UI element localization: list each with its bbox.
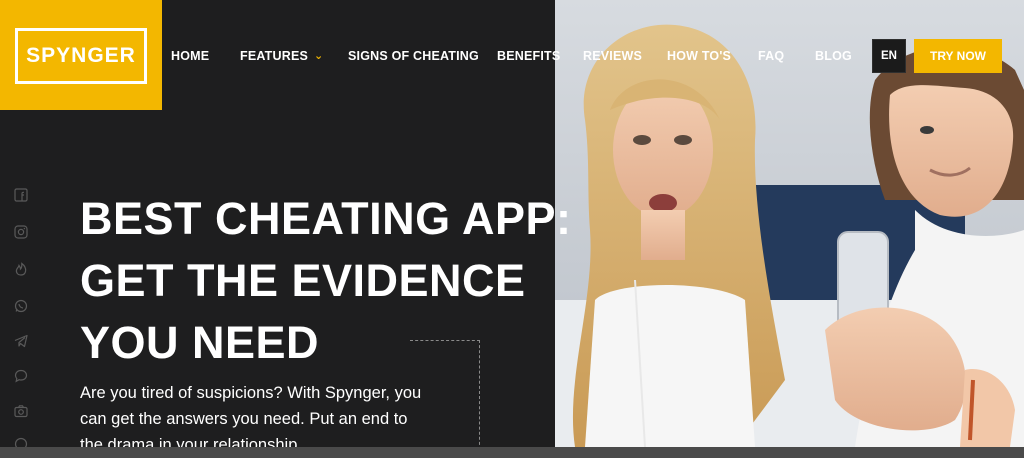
whatsapp-icon[interactable] [14, 299, 28, 313]
chevron-down-icon: ⌄ [314, 50, 324, 62]
facebook-icon[interactable] [14, 188, 28, 202]
hero-headline-line: YOU NEED [80, 317, 320, 368]
nav-benefits[interactable]: BENEFITS [497, 49, 560, 63]
logo-text: SPYNGER [26, 44, 136, 67]
telegram-icon[interactable] [14, 334, 28, 348]
nav-features-label: FEATURES [240, 49, 309, 63]
nav-reviews[interactable]: REVIEWS [583, 49, 642, 63]
instagram-icon[interactable] [14, 225, 28, 239]
tinder-icon[interactable] [14, 262, 28, 276]
language-switcher[interactable]: EN [872, 39, 906, 73]
try-now-button[interactable]: TRY NOW [914, 39, 1002, 73]
nav-features[interactable]: FEATURES ⌄ [240, 49, 323, 63]
logo-frame: SPYNGER [15, 28, 147, 84]
hero-headline: BEST CHEATING APP: GET THE EVIDENCE YOU … [80, 188, 600, 374]
chat-icon[interactable] [14, 369, 28, 383]
nav-faq[interactable]: FAQ [758, 49, 784, 63]
hero-headline-line: BEST CHEATING APP: [80, 193, 572, 244]
logo[interactable]: SPYNGER [0, 0, 162, 110]
page: SPYNGER HOME FEATURES ⌄ SIGNS OF CHEATING… [0, 0, 1024, 458]
nav-home[interactable]: HOME [171, 49, 209, 63]
hero-headline-line: GET THE EVIDENCE [80, 255, 526, 306]
nav-blog[interactable]: BLOG [815, 49, 852, 63]
camera-icon[interactable] [14, 404, 28, 418]
nav-how-tos[interactable]: HOW TO'S [667, 49, 731, 63]
bottom-bar [0, 447, 1024, 458]
nav-signs-of-cheating[interactable]: SIGNS OF CHEATING [348, 49, 479, 63]
